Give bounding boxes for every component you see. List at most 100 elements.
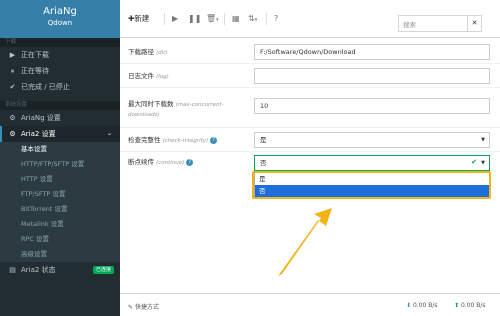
download-speed: ⬇ 0.00 B/s <box>406 302 437 309</box>
arrow-up-icon: ⬆ <box>454 302 460 309</box>
footer-bar: ✎ 快捷方式 ⬇ 0.00 B/s ⬆ 0.00 B/s <box>120 293 500 316</box>
log-input[interactable] <box>254 68 490 84</box>
chevron-down-icon: ⌄ <box>106 130 112 137</box>
pause-button[interactable]: ❚❚ <box>188 13 201 25</box>
toolbar-divider <box>266 13 267 25</box>
setting-label: 下载路径 (dir) <box>128 48 248 58</box>
sidebar-item-stopped[interactable]: ✔ 已完成 / 已停止 <box>0 79 120 95</box>
shortcut-button[interactable]: ✎ 快捷方式 <box>128 302 159 311</box>
status-badge: 已连接 <box>92 266 114 274</box>
max-concurrent-input[interactable]: 10 <box>254 98 490 114</box>
setting-hint: (dir) <box>156 50 168 56</box>
setting-hint: (continue) <box>156 160 185 166</box>
upload-speed: ⬆ 0.00 B/s <box>454 302 485 309</box>
sidebar: AriaNg Qdown 下载 ▶ 正在下载 ⏸ 正在等待 ✔ 已完成 / 已停止 系… <box>0 0 120 316</box>
setting-name: 断点续传 <box>128 158 154 166</box>
caret-down-icon: ▼ <box>481 137 485 143</box>
setting-name: 检查完整性 <box>128 136 161 144</box>
sort-button[interactable]: ⇅▾ <box>248 13 257 26</box>
close-icon: ✕ <box>471 19 478 27</box>
select-all-button[interactable]: ▦ <box>232 13 240 25</box>
gears-icon: ⚙ <box>9 130 16 138</box>
sidebar-subitem-rpc[interactable]: RPC 设置 <box>0 232 120 247</box>
setting-label: 日志文件 (log) <box>128 72 248 82</box>
arrow-down-icon: ⬇ <box>406 302 412 309</box>
help-icon[interactable]: ? <box>210 136 218 144</box>
highlight-box <box>252 171 491 199</box>
continue-select[interactable]: 否 ✔ ▼ <box>254 155 490 171</box>
sidebar-item-aria2-settings[interactable]: ⚙ Aria2 设置 ⌄ <box>0 126 120 142</box>
gear-icon: ⚙ <box>9 114 16 122</box>
section-settings-header: 系统设置 <box>0 101 120 110</box>
search-input[interactable]: 搜索 <box>398 15 468 32</box>
pause-icon: ❚❚ <box>188 14 202 23</box>
check-circle-icon: ✔ <box>9 83 16 91</box>
dir-input[interactable]: F:/Software/Qdown/Download <box>254 44 490 60</box>
toolbar: ✚新建 ▶ ❚❚ 🗑▾ ▦ ⇅▾ ? 搜索 ✕ <box>120 0 500 38</box>
pause-circle-icon: ⏸ <box>10 67 15 75</box>
check-icon: ✔ <box>471 158 477 166</box>
setting-hint: (check-integrity) <box>162 138 209 144</box>
section-download-header: 下载 <box>0 38 120 47</box>
annotation-arrow <box>278 208 332 276</box>
selected-value: 是 <box>260 136 267 144</box>
sidebar-subitem-http[interactable]: HTTP 设置 <box>0 172 120 187</box>
wrench-icon: ✎ <box>128 304 134 311</box>
trash-icon: 🗑 <box>206 14 217 23</box>
setting-name: 下载路径 <box>128 48 154 56</box>
selected-value: 否 <box>260 159 267 167</box>
toolbar-divider <box>224 13 225 25</box>
select-all-icon: ▦ <box>232 14 240 23</box>
new-task-label: 新建 <box>134 14 150 23</box>
upload-speed-value: 0.00 B/s <box>460 302 486 309</box>
sort-icon: ⇅ <box>248 14 255 23</box>
sidebar-item-label: AriaNg 设置 <box>21 114 61 122</box>
sidebar-subitem-advanced[interactable]: 高级设置 <box>0 247 120 262</box>
sidebar-item-label: 正在下载 <box>21 51 49 59</box>
shortcut-label: 快捷方式 <box>134 304 159 311</box>
delete-button[interactable]: 🗑▾ <box>206 13 219 26</box>
sidebar-subitem-bittorrent[interactable]: BitTorrent 设置 <box>0 202 120 217</box>
play-icon: ▶ <box>172 14 179 23</box>
setting-row-check-integrity: 检查完整性 (check-integrity) ? 是 ▼ <box>120 128 500 152</box>
setting-row-log: 日志文件 (log) <box>120 64 500 88</box>
start-button[interactable]: ▶ <box>172 13 178 25</box>
sidebar-item-downloading[interactable]: ▶ 正在下载 <box>0 47 120 63</box>
setting-label: 检查完整性 (check-integrity) ? <box>128 136 253 146</box>
setting-row-dir: 下载路径 (dir) F:/Software/Qdown/Download <box>120 40 500 64</box>
app-subtitle: Qdown <box>47 19 73 27</box>
setting-row-continue: 断点续传 (continue) ? 否 ✔ ▼ <box>120 152 500 172</box>
sidebar-item-waiting[interactable]: ⏸ 正在等待 <box>0 63 120 79</box>
server-icon: ▤ <box>9 266 16 274</box>
sidebar-subitem-metalink[interactable]: Metalink 设置 <box>0 217 120 232</box>
brand-header[interactable]: AriaNg Qdown <box>0 0 120 38</box>
setting-hint: (log) <box>156 74 169 80</box>
setting-name: 最大同时下载数 <box>128 100 174 108</box>
check-integrity-select[interactable]: 是 ▼ <box>254 132 490 148</box>
sidebar-item-aria2-status[interactable]: ▤ Aria2 状态 已连接 <box>0 262 120 278</box>
caret-down-icon: ▾ <box>254 17 258 23</box>
setting-label: 最大同时下载数 (max-concurrent-downloads) <box>128 100 243 120</box>
toolbar-divider <box>164 13 165 25</box>
arrow-icon <box>278 208 332 276</box>
sidebar-item-label: 正在等待 <box>21 67 49 75</box>
aria2-settings-submenu: 基本设置 HTTP/FTP/SFTP 设置 HTTP 设置 FTP/SFTP 设… <box>0 142 120 262</box>
sidebar-subitem-ftp-sftp[interactable]: FTP/SFTP 设置 <box>0 187 120 202</box>
download-speed-value: 0.00 B/s <box>412 302 438 309</box>
new-task-button[interactable]: ✚新建 <box>128 13 149 25</box>
help-icon[interactable]: ? <box>186 158 194 166</box>
sidebar-item-label: Aria2 状态 <box>21 266 56 274</box>
help-button[interactable]: ? <box>274 13 278 25</box>
setting-row-max-concurrent: 最大同时下载数 (max-concurrent-downloads) 10 <box>120 88 500 128</box>
question-circle-icon: ? <box>274 14 279 23</box>
setting-name: 日志文件 <box>128 72 154 80</box>
setting-label: 断点续传 (continue) ? <box>128 158 248 168</box>
sidebar-subitem-basic[interactable]: 基本设置 <box>0 142 120 157</box>
sidebar-item-label: Aria2 设置 <box>21 130 56 138</box>
caret-down-icon: ▼ <box>481 160 485 166</box>
app-title: AriaNg <box>43 6 77 17</box>
play-circle-icon: ▶ <box>9 51 16 59</box>
sidebar-subitem-http-ftp-sftp[interactable]: HTTP/FTP/SFTP 设置 <box>0 157 120 172</box>
clear-search-button[interactable]: ✕ <box>468 15 482 32</box>
sidebar-item-ariang-settings[interactable]: ⚙ AriaNg 设置 <box>0 110 120 126</box>
